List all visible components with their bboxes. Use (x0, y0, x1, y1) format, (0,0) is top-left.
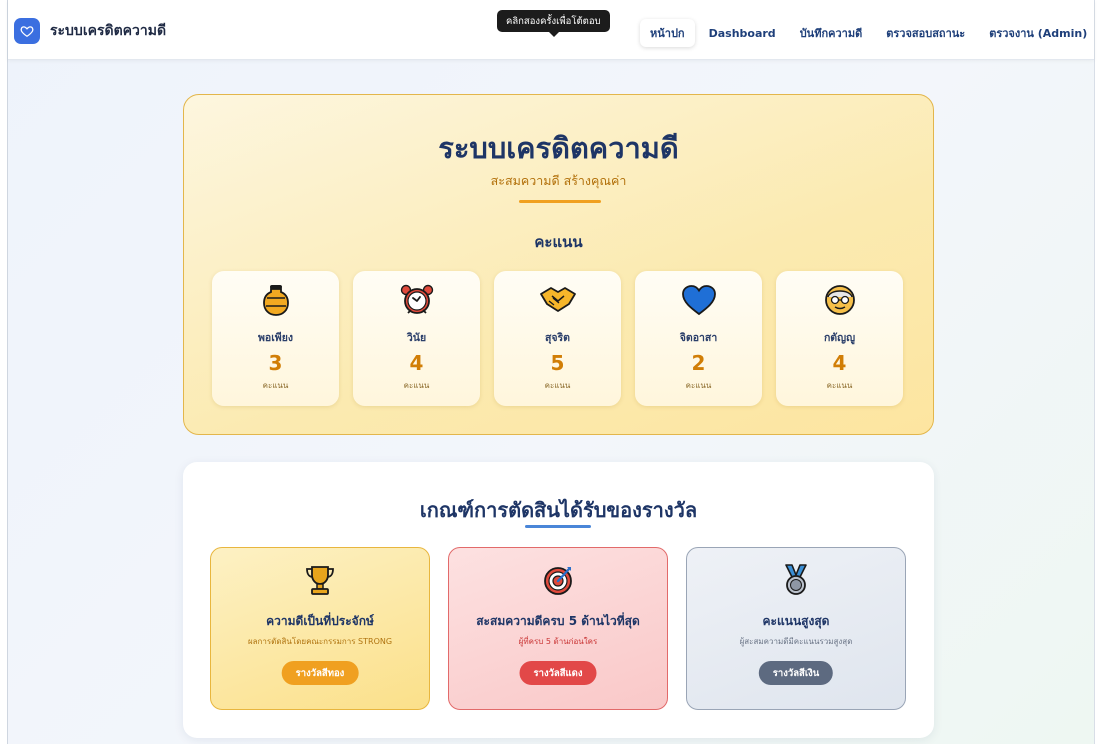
criteria-title: เกณฑ์การตัดสินได้รับของรางวัล (419, 498, 698, 522)
award-description: ผู้ที่ครบ 5 ด้านก่อนใคร (518, 637, 598, 646)
award-card-silver[interactable]: คะแนนสูงสุด ผู้สะสมความดีมีคะแนนรวมสูงสุ… (686, 547, 906, 710)
hero-subtitle: สะสมความดี สร้างคุณค่า (490, 173, 627, 188)
score-unit: คะแนน (544, 381, 571, 390)
score-card-sufficiency[interactable]: พอเพียง 3 คะแนน (212, 271, 339, 406)
trophy-icon (211, 564, 429, 596)
score-value: 2 (691, 351, 706, 375)
nav-link-admin-review[interactable]: ตรวจงาน (Admin) (979, 19, 1097, 47)
nav-link-cover[interactable]: หน้าปก (640, 19, 695, 47)
score-name: กตัญญู (823, 332, 856, 344)
award-card-gold[interactable]: ความดีเป็นที่ประจักษ์ ผลการตัดสินโดยคณะก… (210, 547, 430, 710)
handshake-icon (494, 284, 621, 316)
heart-icon (14, 18, 40, 44)
score-card-discipline[interactable]: วินัย 4 คะแนน (353, 271, 480, 406)
award-cards: ความดีเป็นที่ประจักษ์ ผลการตัดสินโดยคณะก… (210, 547, 906, 710)
award-card-red[interactable]: สะสมความดีครบ 5 ด้านไวที่สุด ผู้ที่ครบ 5… (448, 547, 668, 710)
score-name: วินัย (406, 332, 427, 344)
target-icon (449, 564, 667, 596)
award-title: สะสมความดีครบ 5 ด้านไวที่สุด (476, 614, 640, 628)
nav-link-dashboard[interactable]: Dashboard (699, 22, 786, 45)
score-cards: พอเพียง 3 คะแนน วินัย 4 คะแนน สุจริต 5 ค… (212, 271, 903, 406)
blue-heart-icon (635, 284, 762, 316)
brand[interactable]: ระบบเครดิตความดี (14, 18, 166, 44)
score-value: 4 (409, 351, 424, 375)
score-unit: คะแนน (403, 381, 430, 390)
score-card-gratitude[interactable]: กตัญญู 4 คะแนน (776, 271, 903, 406)
hero-title: ระบบเครดิตความดี (438, 131, 679, 165)
award-badge-silver[interactable]: รางวัลสีเงิน (758, 661, 834, 685)
score-card-integrity[interactable]: สุจริต 5 คะแนน (494, 271, 621, 406)
elder-face-icon (776, 284, 903, 316)
nav-link-record-good-deeds[interactable]: บันทึกความดี (790, 19, 873, 47)
hero-divider (519, 200, 601, 203)
brand-name: ระบบเครดิตความดี (50, 23, 167, 39)
silver-medal-icon (687, 564, 905, 596)
score-card-volunteer[interactable]: จิตอาสา 2 คะแนน (635, 271, 762, 406)
nav-link-check-status[interactable]: ตรวจสอบสถานะ (876, 19, 975, 47)
award-description: ผู้สะสมความดีมีคะแนนรวมสูงสุด (739, 637, 853, 646)
score-unit: คะแนน (826, 381, 853, 390)
score-name: พอเพียง (257, 332, 294, 344)
window-frame-left (0, 0, 8, 744)
award-badge-gold[interactable]: รางวัลสีทอง (281, 661, 359, 685)
double-click-tooltip: คลิกสองครั้งเพื่อโต้ตอบ (497, 10, 610, 37)
award-title: คะแนนสูงสุด (762, 614, 830, 628)
score-value: 3 (268, 351, 283, 375)
nav-links: หน้าปก Dashboard บันทึกความดี ตรวจสอบสถา… (640, 19, 1097, 47)
award-badge-red[interactable]: รางวัลสีแดง (519, 661, 597, 685)
amphora-icon (212, 284, 339, 316)
score-name: จิตอาสา (679, 332, 718, 344)
hero-panel: ระบบเครดิตความดี สะสมความดี สร้างคุณค่า … (183, 94, 934, 435)
criteria-divider (525, 525, 591, 528)
score-name: สุจริต (544, 332, 571, 344)
score-section-title: คะแนน (534, 233, 583, 251)
award-criteria-panel: เกณฑ์การตัดสินได้รับของรางวัล ความดีเป็น… (183, 462, 934, 738)
award-title: ความดีเป็นที่ประจักษ์ (266, 614, 374, 628)
score-value: 4 (832, 351, 847, 375)
score-unit: คะแนน (685, 381, 712, 390)
score-value: 5 (550, 351, 565, 375)
award-description: ผลการตัดสินโดยคณะกรรมการ STRONG (247, 637, 393, 646)
score-unit: คะแนน (262, 381, 289, 390)
top-navbar: ระบบเครดิตความดี คลิกสองครั้งเพื่อโต้ตอบ… (8, 0, 1094, 60)
alarm-clock-icon (353, 284, 480, 316)
